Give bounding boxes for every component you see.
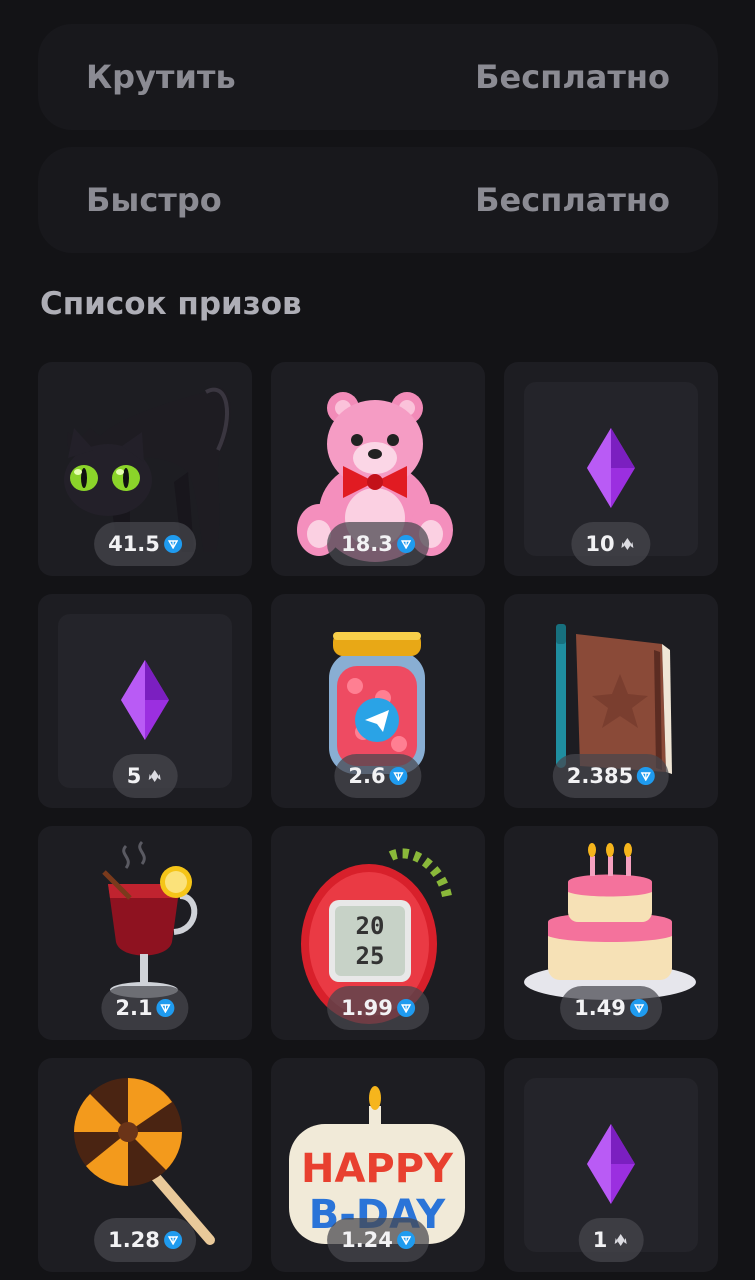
prize-card-mulled-wine[interactable]: 2.1: [38, 826, 252, 1040]
ton-icon: [396, 999, 415, 1017]
prize-card-cat[interactable]: 41.5: [38, 362, 252, 576]
fast-spin-button[interactable]: Быстро Бесплатно: [38, 147, 718, 253]
prize-card-lollipop[interactable]: 1.28: [38, 1058, 252, 1272]
spin-button[interactable]: Крутить Бесплатно: [38, 24, 718, 130]
prize-price: 2.6: [334, 754, 422, 798]
prize-card-jar[interactable]: 2.6: [271, 594, 485, 808]
svg-text:25: 25: [356, 942, 385, 970]
prize-value: 2.6: [348, 764, 386, 788]
prize-price: 18.3: [327, 522, 429, 566]
prize-price: 2.385: [552, 754, 670, 798]
prize-price: 1.49: [560, 986, 662, 1030]
prize-card-crystal[interactable]: 10: [504, 362, 718, 576]
svg-text:HAPPY: HAPPY: [301, 1146, 454, 1192]
prize-price: 41.5: [94, 522, 196, 566]
prize-price: 2.1: [101, 986, 189, 1030]
ton-icon: [156, 999, 175, 1017]
prize-value: 10: [585, 532, 615, 556]
prizes-title: Список призов: [40, 286, 302, 322]
prize-card-tamagotchi[interactable]: 20 25 1.99: [271, 826, 485, 1040]
fast-spin-button-label: Быстро: [86, 181, 222, 219]
ton-icon: [163, 1231, 182, 1249]
prize-price: 1: [578, 1218, 644, 1262]
prize-value: 41.5: [108, 532, 160, 556]
ton-icon: [396, 1231, 415, 1249]
prize-price: 1.99: [327, 986, 429, 1030]
ton-icon: [163, 535, 182, 553]
prize-value: 2.1: [115, 996, 153, 1020]
svg-text:20: 20: [356, 912, 385, 940]
spin-button-price: Бесплатно: [475, 58, 670, 96]
prize-price: 1.24: [327, 1218, 429, 1262]
ton-icon: [637, 767, 656, 785]
fast-spin-button-price: Бесплатно: [475, 181, 670, 219]
prize-card-crystal[interactable]: 1: [504, 1058, 718, 1272]
ton-icon: [389, 767, 408, 785]
prize-value: 1.28: [108, 1228, 160, 1252]
prize-value: 18.3: [341, 532, 393, 556]
prize-value: 1.49: [574, 996, 626, 1020]
ton-icon: [396, 535, 415, 553]
prize-value: 1.99: [341, 996, 393, 1020]
ton-icon: [629, 999, 648, 1017]
prize-price: 1.28: [94, 1218, 196, 1262]
prize-card-notebook[interactable]: 2.385: [504, 594, 718, 808]
crystal-icon: [619, 535, 637, 553]
prize-value: 2.385: [566, 764, 634, 788]
prize-card-happy-bday[interactable]: HAPPY B-DAY 1.24: [271, 1058, 485, 1272]
prize-card-cake[interactable]: 1.49: [504, 826, 718, 1040]
prize-card-crystal[interactable]: 5: [38, 594, 252, 808]
prize-price: 5: [112, 754, 178, 798]
prize-grid: 41.5 18.3 10 5 2.6 2.385 2.1 20 25 1.99 …: [38, 362, 718, 1272]
crystal-icon: [611, 1231, 629, 1249]
prize-price: 10: [571, 522, 651, 566]
prize-value: 1.24: [341, 1228, 393, 1252]
prize-card-teddy-bear[interactable]: 18.3: [271, 362, 485, 576]
prize-value: 1: [592, 1228, 608, 1252]
crystal-icon: [145, 767, 163, 785]
prize-value: 5: [126, 764, 142, 788]
spin-button-label: Крутить: [86, 58, 236, 96]
